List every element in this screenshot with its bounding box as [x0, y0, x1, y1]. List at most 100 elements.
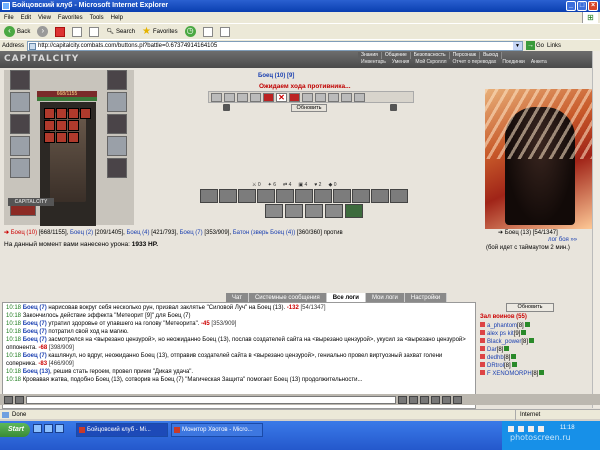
- chat-settings-icon[interactable]: [453, 395, 462, 404]
- nav-character[interactable]: Персонаж: [449, 52, 481, 59]
- menu-tools[interactable]: Tools: [90, 15, 104, 21]
- fighter-name[interactable]: Боец (10): [11, 230, 37, 236]
- address-input[interactable]: http://capitalcity.combats.com/buttons.p…: [27, 40, 524, 51]
- skill-slot[interactable]: [257, 189, 275, 203]
- gloves-slot[interactable]: [107, 92, 127, 112]
- fighter-name[interactable]: Боец (4): [126, 230, 149, 236]
- favorites-button[interactable]: ★ Favorites: [140, 25, 180, 38]
- menu-favorites[interactable]: Favorites: [58, 15, 83, 21]
- rune-icon[interactable]: [341, 92, 352, 102]
- taskbar-item-monitor[interactable]: Монитор Хвотов - Micro...: [171, 423, 263, 437]
- armor-slot[interactable]: [10, 136, 30, 156]
- pause-icon[interactable]: [442, 395, 451, 404]
- player-item[interactable]: dedhb[8]: [480, 354, 588, 362]
- skill-slot[interactable]: [352, 189, 370, 203]
- skill-slot[interactable]: [305, 204, 323, 218]
- clear-icon[interactable]: [15, 395, 24, 404]
- skill-slot[interactable]: [371, 189, 389, 203]
- weapon-slot[interactable]: [10, 114, 30, 134]
- nav-inventory[interactable]: Инвентарь: [358, 59, 389, 66]
- menu-edit[interactable]: Edit: [21, 15, 31, 21]
- tray-icon[interactable]: [528, 426, 534, 432]
- belt-slot[interactable]: [10, 158, 30, 178]
- go-button[interactable]: → Go: [526, 41, 544, 50]
- send-icon[interactable]: [398, 395, 407, 404]
- skill-slot[interactable]: [238, 189, 256, 203]
- tray-icon[interactable]: [538, 426, 544, 432]
- filter-icon[interactable]: [420, 395, 429, 404]
- chat-input[interactable]: [26, 395, 396, 404]
- menu-view[interactable]: View: [38, 15, 51, 21]
- player-item[interactable]: Black_power[8]: [480, 338, 588, 346]
- defense-icon[interactable]: [328, 92, 339, 102]
- skill-slot[interactable]: [285, 204, 303, 218]
- skill-slot[interactable]: [265, 204, 283, 218]
- battle-log-link[interactable]: лог боя »»: [548, 237, 577, 243]
- fighter-name[interactable]: Батон (зверь Боец (4)): [233, 230, 296, 236]
- skill-slot[interactable]: [295, 189, 313, 203]
- home-button[interactable]: [87, 25, 101, 38]
- skill-slot[interactable]: [345, 204, 363, 218]
- print-button[interactable]: [218, 25, 232, 38]
- skill-slot[interactable]: [200, 189, 218, 203]
- battle-log[interactable]: 10:18 Боец (7) нарисовав вокруг себя нес…: [2, 302, 476, 409]
- minimize-button[interactable]: _: [566, 1, 576, 11]
- skill-slot[interactable]: [314, 189, 332, 203]
- shield-slot[interactable]: [107, 114, 127, 134]
- nav-skills[interactable]: Умения: [389, 59, 412, 66]
- refresh-battle-button[interactable]: Обновить: [291, 104, 327, 112]
- attack-legs-icon[interactable]: [250, 92, 261, 102]
- skill-slot[interactable]: [390, 189, 408, 203]
- back-button[interactable]: ‹ Back: [2, 25, 32, 38]
- translit-icon[interactable]: [431, 395, 440, 404]
- nav-fights[interactable]: Поединки: [499, 59, 528, 66]
- helmet-slot[interactable]: [10, 70, 30, 90]
- fighter-name[interactable]: Боец (7): [180, 230, 203, 236]
- ie-launch-icon[interactable]: [33, 424, 42, 433]
- search-button[interactable]: 🔍︎ Search: [104, 25, 137, 38]
- skill-slot[interactable]: [276, 189, 294, 203]
- player-item[interactable]: DRtrol[8]: [480, 362, 588, 370]
- player-item[interactable]: Dar[8]: [480, 346, 588, 354]
- opponent-header[interactable]: Боец (10) [9]: [258, 73, 294, 79]
- player-item[interactable]: alex ps kit[9]: [480, 330, 588, 338]
- smiley-icon[interactable]: [409, 395, 418, 404]
- nav-security[interactable]: Безопасность: [410, 52, 450, 59]
- magic-icon[interactable]: [315, 92, 326, 102]
- mail-button[interactable]: [201, 25, 215, 38]
- attack-chest-icon[interactable]: [224, 92, 235, 102]
- sunglasses-icon[interactable]: [354, 92, 365, 102]
- fighter-name[interactable]: Боец (2): [70, 230, 93, 236]
- clock[interactable]: 11:18: [560, 425, 575, 431]
- earrings-slot[interactable]: [107, 70, 127, 90]
- nav-communication[interactable]: Общение: [381, 52, 411, 59]
- potion-icon[interactable]: [289, 92, 300, 102]
- bracer-slot[interactable]: [10, 92, 30, 112]
- cancel-x-icon[interactable]: ✕: [276, 92, 287, 102]
- nav-transfer-report[interactable]: Отчет о переводах: [450, 59, 500, 66]
- forward-button[interactable]: ›: [35, 25, 50, 38]
- refresh-players-button[interactable]: Обновить: [506, 303, 554, 312]
- refresh-page-button[interactable]: [70, 25, 84, 38]
- enemy-name[interactable]: Боец (13): [505, 230, 531, 236]
- nav-knowledge[interactable]: Знания: [358, 52, 382, 59]
- nav-exit[interactable]: Выход: [480, 52, 503, 59]
- chat-icon[interactable]: [4, 395, 13, 404]
- skill-slot[interactable]: [333, 189, 351, 203]
- player-item[interactable]: a_phantom[8]: [480, 322, 588, 330]
- page-scrollbar[interactable]: [592, 51, 600, 408]
- taskbar-item-combats[interactable]: Бойцовский клуб - Mi...: [76, 423, 168, 437]
- start-button[interactable]: Start: [0, 423, 30, 437]
- skill-slot[interactable]: [219, 189, 237, 203]
- stop-button[interactable]: [53, 25, 67, 38]
- tray-icon[interactable]: [508, 426, 514, 432]
- player-item[interactable]: F XENOMORPH[8]: [480, 370, 588, 378]
- nav-my-scroll[interactable]: Мой Скроллл: [412, 59, 449, 66]
- close-button[interactable]: ×: [588, 1, 598, 11]
- block-icon[interactable]: [263, 92, 274, 102]
- nav-profile[interactable]: Анкета: [528, 59, 550, 66]
- attack-belly-icon[interactable]: [237, 92, 248, 102]
- scroll-icon[interactable]: [302, 92, 313, 102]
- tray-icon[interactable]: [518, 426, 524, 432]
- menu-help[interactable]: Help: [111, 15, 123, 21]
